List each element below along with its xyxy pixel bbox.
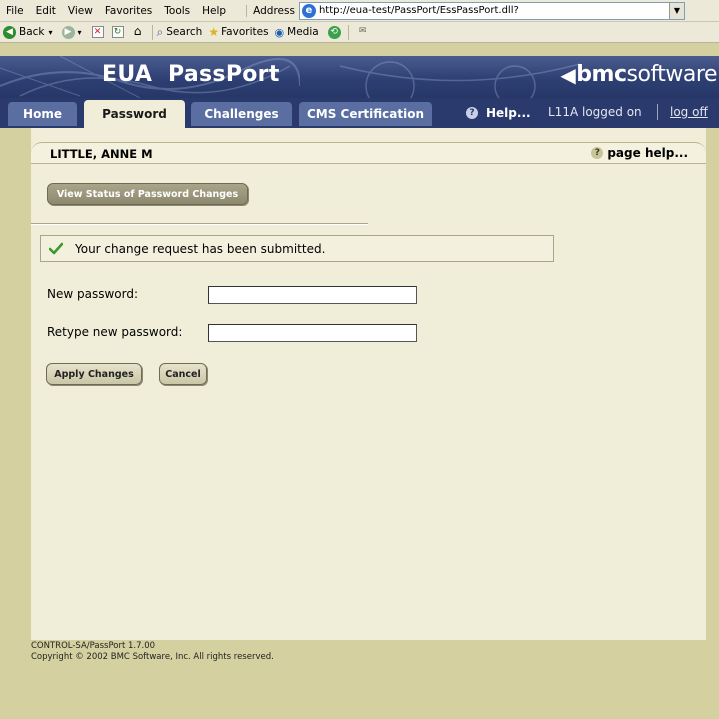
- address-label: Address: [246, 4, 295, 17]
- tab-separator: [657, 104, 658, 120]
- favorites-star-icon: ★: [208, 25, 220, 39]
- status-message: Your change request has been submitted.: [75, 241, 326, 256]
- status-message-box: Your change request has been submitted.: [40, 235, 554, 262]
- apply-changes-button[interactable]: Apply Changes: [46, 363, 142, 385]
- view-status-button[interactable]: View Status of Password Changes: [47, 183, 248, 205]
- menu-view[interactable]: View: [62, 5, 99, 17]
- main-panel: LITTLE, ANNE M ? page help... View Statu…: [31, 128, 706, 640]
- user-header: LITTLE, ANNE M ? page help...: [31, 142, 706, 164]
- menu-help[interactable]: Help: [196, 5, 232, 17]
- page-help-link[interactable]: ? page help...: [591, 146, 688, 160]
- cancel-button[interactable]: Cancel: [159, 363, 207, 385]
- footer: CONTROL-SA/PassPort 1.7.00 Copyright © 2…: [31, 641, 274, 663]
- back-label: Back: [19, 26, 45, 38]
- toolbar-separator: [151, 24, 153, 40]
- history-icon[interactable]: ⟲: [327, 25, 341, 39]
- bmc-software-logo: ◀ bmc software: [560, 62, 717, 87]
- toolbar-separator: [347, 24, 349, 40]
- favorites-label: Favorites: [221, 26, 269, 38]
- media-button[interactable]: ◉ Media: [275, 26, 319, 39]
- forward-button[interactable]: ▶ ▾: [59, 25, 82, 39]
- page-help-label: page help...: [607, 146, 688, 160]
- user-name: LITTLE, ANNE M: [50, 147, 153, 161]
- browser-menubar: File Edit View Favorites Tools Help Addr…: [0, 0, 719, 22]
- section-divider: [31, 223, 368, 224]
- back-dropdown-icon[interactable]: ▾: [49, 28, 53, 37]
- bmc-arrow-icon: ◀: [560, 62, 576, 87]
- nav-tabbar: Home Password Challenges CMS Certificati…: [0, 98, 719, 128]
- tab-password[interactable]: Password: [84, 100, 185, 128]
- new-password-label: New password:: [47, 287, 139, 301]
- media-label: Media: [287, 26, 319, 38]
- retype-password-label: Retype new password:: [47, 325, 183, 339]
- menu-edit[interactable]: Edit: [30, 5, 62, 17]
- mail-icon[interactable]: ✉: [357, 26, 369, 38]
- check-icon: [49, 242, 63, 254]
- tab-home[interactable]: Home: [8, 102, 77, 126]
- logged-on-status: L11A logged on: [548, 105, 642, 119]
- tab-cms-certification[interactable]: CMS Certification: [299, 102, 432, 126]
- back-button[interactable]: ◀ Back ▾: [0, 25, 53, 39]
- address-url[interactable]: http://eua-test/PassPort/EssPassPort.dll…: [319, 5, 519, 16]
- app-banner: EUA PassPort ◀ bmc software: [0, 56, 719, 98]
- help-question-icon: ?: [466, 107, 478, 119]
- menu-file[interactable]: File: [0, 5, 30, 17]
- new-password-input[interactable]: [208, 286, 417, 304]
- stop-icon[interactable]: ✕: [91, 26, 104, 38]
- footer-version: CONTROL-SA/PassPort 1.7.00: [31, 641, 156, 651]
- tab-challenges[interactable]: Challenges: [191, 102, 292, 126]
- help-label: Help...: [486, 106, 531, 120]
- refresh-icon[interactable]: ↻: [111, 26, 124, 38]
- forward-dropdown-icon[interactable]: ▾: [78, 28, 82, 37]
- browser-toolbar: ◀ Back ▾ ▶ ▾ ✕ ↻ ⌂ ⌕ Search ★ Favorites …: [0, 22, 719, 43]
- help-link[interactable]: ? Help...: [466, 106, 531, 120]
- search-label: Search: [166, 26, 203, 38]
- media-icon: ◉: [274, 25, 285, 39]
- menu-tools[interactable]: Tools: [158, 5, 196, 17]
- home-icon[interactable]: ⌂: [132, 25, 144, 38]
- search-icon: ⌕: [156, 24, 164, 39]
- back-arrow-icon: ◀: [3, 25, 16, 39]
- app-title: EUA PassPort: [102, 62, 280, 87]
- menu-favorites[interactable]: Favorites: [99, 5, 158, 17]
- address-bar[interactable]: e http://eua-test/PassPort/EssPassPort.d…: [298, 1, 685, 20]
- search-button[interactable]: ⌕ Search: [157, 25, 203, 40]
- forward-arrow-icon: ▶: [61, 25, 75, 39]
- footer-copyright: Copyright © 2002 BMC Software, Inc. All …: [31, 652, 274, 662]
- favorites-button[interactable]: ★ Favorites: [208, 25, 268, 39]
- page-help-question-icon: ?: [591, 147, 604, 159]
- banner-globe-decoration: [340, 61, 580, 98]
- ie-page-icon: e: [301, 3, 316, 18]
- log-off-link[interactable]: log off: [670, 105, 708, 119]
- address-dropdown-icon[interactable]: ▼: [668, 2, 684, 19]
- retype-password-input[interactable]: [208, 324, 417, 342]
